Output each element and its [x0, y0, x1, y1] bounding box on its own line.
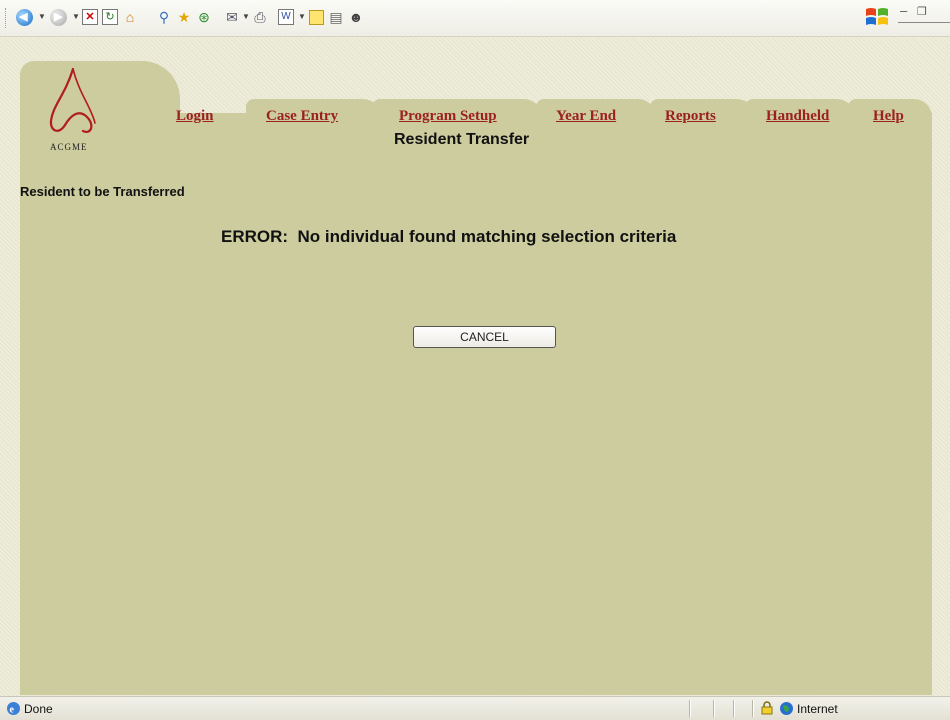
favorites-button[interactable]: ★ — [174, 7, 194, 27]
print-icon: ⎙ — [254, 9, 266, 25]
status-divider — [689, 700, 691, 717]
research-button[interactable]: ▤ — [326, 7, 346, 27]
page-title: Resident Transfer — [394, 131, 530, 148]
favorites-star-icon: ★ — [177, 9, 191, 25]
windows-logo-icon — [866, 8, 888, 25]
internet-zone-icon — [780, 702, 793, 715]
status-divider — [733, 700, 735, 717]
history-button[interactable]: ⊛ — [194, 7, 214, 27]
restore-icon[interactable]: ❐ — [917, 6, 927, 18]
section-label: Resident to be Transferred — [20, 184, 185, 199]
status-text: Done — [24, 702, 53, 716]
error-message: ERROR: No individual found matching sele… — [221, 227, 677, 246]
nav-program-setup[interactable]: Program Setup — [399, 108, 497, 125]
refresh-icon: ↻ — [102, 9, 118, 25]
minimize-icon[interactable]: – — [900, 3, 907, 18]
page-content: ACGME Login Case Entry Program Setup Yea… — [0, 37, 950, 696]
window-controls: – ❐ — [900, 3, 927, 18]
nav-year-end[interactable]: Year End — [556, 108, 616, 125]
cancel-button[interactable]: CANCEL — [413, 326, 556, 348]
stop-button[interactable]: ✕ — [80, 7, 100, 27]
messenger-icon: ☻ — [348, 9, 364, 25]
toolbar-divider — [898, 22, 950, 23]
browser-toolbar: ◀ ▼ ▶ ▼ ✕ ↻ ⌂ ⚲ ★ ⊛ ✉ ▼ ⎙ W ▼ ▤ ☻ – ❐ — [0, 0, 950, 37]
nav-login[interactable]: Login — [176, 108, 214, 125]
forward-button[interactable]: ▶ — [48, 7, 68, 27]
nav-case-entry[interactable]: Case Entry — [266, 108, 338, 125]
status-bar: e Done Internet — [0, 696, 950, 720]
zone-text: Internet — [797, 702, 838, 716]
back-button[interactable]: ◀ — [14, 7, 34, 27]
acgme-logo-icon — [49, 67, 96, 133]
note-icon — [308, 9, 324, 25]
main-panel — [20, 113, 932, 695]
svg-text:e: e — [10, 705, 15, 716]
toolbar-grip[interactable] — [5, 8, 8, 28]
search-button[interactable]: ⚲ — [154, 7, 174, 27]
lock-icon — [761, 701, 773, 715]
research-icon: ▤ — [329, 9, 343, 25]
nav-help[interactable]: Help — [873, 108, 904, 125]
page-done-icon: e — [7, 702, 20, 716]
home-button[interactable]: ⌂ — [120, 7, 140, 27]
logo-text: ACGME — [50, 142, 88, 152]
messenger-button[interactable]: ☻ — [346, 7, 366, 27]
status-divider — [752, 700, 754, 717]
home-icon: ⌂ — [125, 9, 135, 25]
stop-icon: ✕ — [82, 9, 98, 25]
print-button[interactable]: ⎙ — [250, 7, 270, 27]
nav-reports[interactable]: Reports — [665, 108, 716, 125]
refresh-button[interactable]: ↻ — [100, 7, 120, 27]
status-divider — [713, 700, 715, 717]
search-icon: ⚲ — [158, 9, 170, 25]
nav-handheld[interactable]: Handheld — [766, 108, 829, 125]
discuss-button[interactable] — [306, 7, 326, 27]
history-icon: ⊛ — [198, 9, 210, 25]
